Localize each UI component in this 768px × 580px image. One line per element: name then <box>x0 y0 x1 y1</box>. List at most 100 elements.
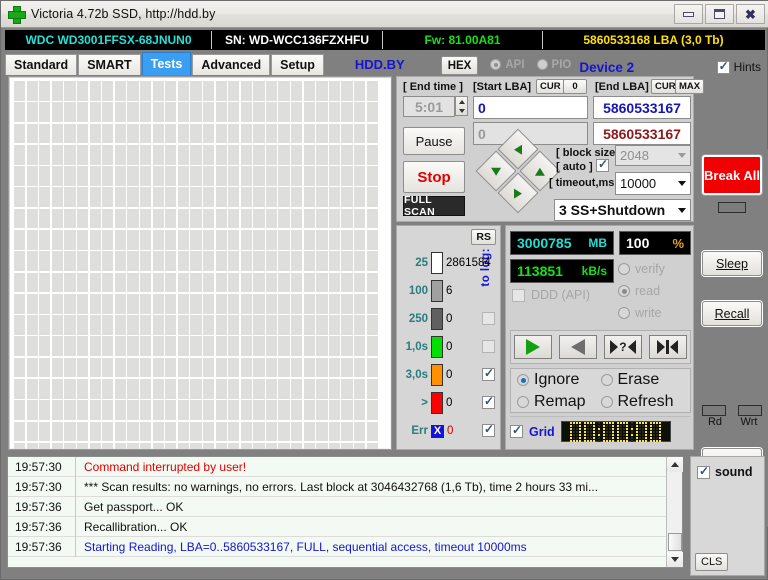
tab-standard[interactable]: Standard <box>5 54 78 75</box>
random-seek-button[interactable]: ? <box>603 335 642 359</box>
arrow-up-icon <box>534 167 545 175</box>
butterfly-seek-button[interactable] <box>648 335 687 359</box>
navigation-dpad[interactable] <box>475 128 561 214</box>
scan-cell <box>177 81 190 101</box>
post-action-combo[interactable]: 3 SS+Shutdown <box>554 199 691 221</box>
log-row[interactable]: 19:57:30 *** Scan results: no warnings, n… <box>8 476 682 497</box>
pio-radio[interactable]: PIO <box>536 54 571 75</box>
start-lba-input[interactable]: 0 <box>473 96 588 119</box>
scan-cell <box>76 421 89 442</box>
end-lba-input[interactable]: 5860533167 <box>593 96 691 119</box>
scroll-thumb[interactable] <box>668 533 682 551</box>
timeout-combo[interactable]: 10000 <box>615 172 691 195</box>
scan-cell <box>89 272 101 293</box>
scan-cell <box>328 251 341 271</box>
start-lba-cur-button[interactable]: CUR <box>536 79 565 94</box>
scan-cell <box>76 442 89 449</box>
legend-checkbox[interactable] <box>482 422 495 437</box>
end-lba-max-button[interactable]: MAX <box>675 79 705 94</box>
full-scan-button[interactable]: FULL SCAN <box>403 194 465 218</box>
scan-cell <box>341 400 353 420</box>
tab-advanced[interactable]: Advanced <box>192 54 271 75</box>
scan-cell <box>26 81 38 101</box>
question-mark-icon: ? <box>619 340 627 354</box>
auto-checkbox[interactable] <box>596 157 609 172</box>
scan-cell <box>152 378 164 399</box>
scan-cell <box>39 272 51 293</box>
close-button[interactable]: ✖ <box>736 4 765 24</box>
scan-cell <box>215 293 227 314</box>
action-ignore[interactable]: Ignore <box>517 369 601 391</box>
maximize-button[interactable] <box>705 4 734 24</box>
scan-cell <box>278 144 290 165</box>
pause-button[interactable]: Pause <box>403 127 465 155</box>
scan-cell <box>303 81 315 101</box>
mode-write[interactable]: write <box>618 302 665 324</box>
scan-cell <box>51 421 64 442</box>
action-erase[interactable]: Erase <box>600 369 685 391</box>
action-remap[interactable]: Remap <box>517 391 601 413</box>
hddby-link[interactable]: HDD.BY <box>355 54 405 75</box>
legend-checkbox[interactable] <box>482 394 495 409</box>
scan-cell <box>240 400 252 420</box>
ddd-api-checkbox[interactable]: DDD (API) <box>512 288 590 302</box>
mode-verify[interactable]: verify <box>618 258 665 280</box>
log-row[interactable]: 19:57:36 Recallibration... OK <box>8 516 682 537</box>
api-radio[interactable]: API <box>490 54 525 75</box>
scan-cell <box>127 166 139 186</box>
scan-cell <box>328 81 341 101</box>
end-time-field[interactable]: 5:01 <box>403 96 455 117</box>
sleep-button[interactable]: Sleep <box>702 251 762 276</box>
stop-button[interactable]: Stop <box>403 161 465 193</box>
scroll-down-button[interactable] <box>667 552 683 567</box>
scan-cell <box>253 144 265 165</box>
log-row[interactable]: 19:57:36 Get passport... OK <box>8 496 682 517</box>
scan-cell <box>165 272 177 293</box>
block-size-combo[interactable]: 2048 <box>615 145 691 166</box>
sound-checkbox[interactable]: sound <box>697 464 753 479</box>
legend-checkbox[interactable] <box>482 312 495 325</box>
scan-cell <box>265 336 278 357</box>
scan-cell <box>76 81 89 101</box>
scan-cell <box>215 336 227 357</box>
legend-checkbox[interactable] <box>482 366 495 381</box>
scan-cell <box>64 357 76 378</box>
scan-map-panel[interactable] <box>8 76 392 450</box>
legend-row: 250 0 <box>397 304 502 334</box>
minimize-icon <box>683 11 694 17</box>
recall-button[interactable]: Recall <box>702 301 762 326</box>
scan-cell <box>89 81 101 101</box>
rs-button[interactable]: RS <box>471 229 496 245</box>
hints-checkbox[interactable]: Hints <box>716 59 761 74</box>
legend-checkbox[interactable] <box>482 340 495 353</box>
cls-button[interactable]: CLS <box>695 553 729 571</box>
scan-cell <box>354 144 366 165</box>
tab-setup[interactable]: Setup <box>271 54 324 75</box>
start-lba-zero-button[interactable]: 0 <box>563 79 587 94</box>
play-forward-button[interactable] <box>514 335 553 359</box>
drive-firmware: Fw: 81.00A81 <box>383 31 543 49</box>
scan-cell <box>26 123 38 144</box>
hex-button[interactable]: HEX <box>440 56 479 75</box>
refresh-radio-dot <box>600 396 613 408</box>
sound-panel: sound CLS <box>690 456 765 576</box>
end-time-spinner[interactable] <box>455 96 468 116</box>
mode-read[interactable]: read <box>618 280 665 302</box>
break-all-button[interactable]: Break All <box>702 155 762 195</box>
tab-smart[interactable]: SMART <box>78 54 141 75</box>
log-row[interactable]: 19:57:30 Command interrupted by user! <box>8 456 682 477</box>
scan-cell <box>127 336 139 357</box>
scan-cell <box>89 357 101 378</box>
timer-digit <box>650 421 662 442</box>
grid-checkbox[interactable] <box>510 423 523 438</box>
scan-cell <box>215 315 227 335</box>
tab-tests[interactable]: Tests <box>141 52 192 75</box>
log-scrollbar[interactable] <box>666 457 683 567</box>
play-reverse-button[interactable] <box>559 335 598 359</box>
log-row[interactable]: 19:57:36 Starting Reading, LBA=0..5860533… <box>8 536 682 557</box>
scan-cell <box>177 336 190 357</box>
scroll-up-button[interactable] <box>667 457 683 472</box>
log-panel[interactable]: 19:57:30 Command interrupted by user! 19:5… <box>7 456 683 568</box>
minimize-button[interactable] <box>674 4 703 24</box>
action-refresh[interactable]: Refresh <box>600 391 685 413</box>
